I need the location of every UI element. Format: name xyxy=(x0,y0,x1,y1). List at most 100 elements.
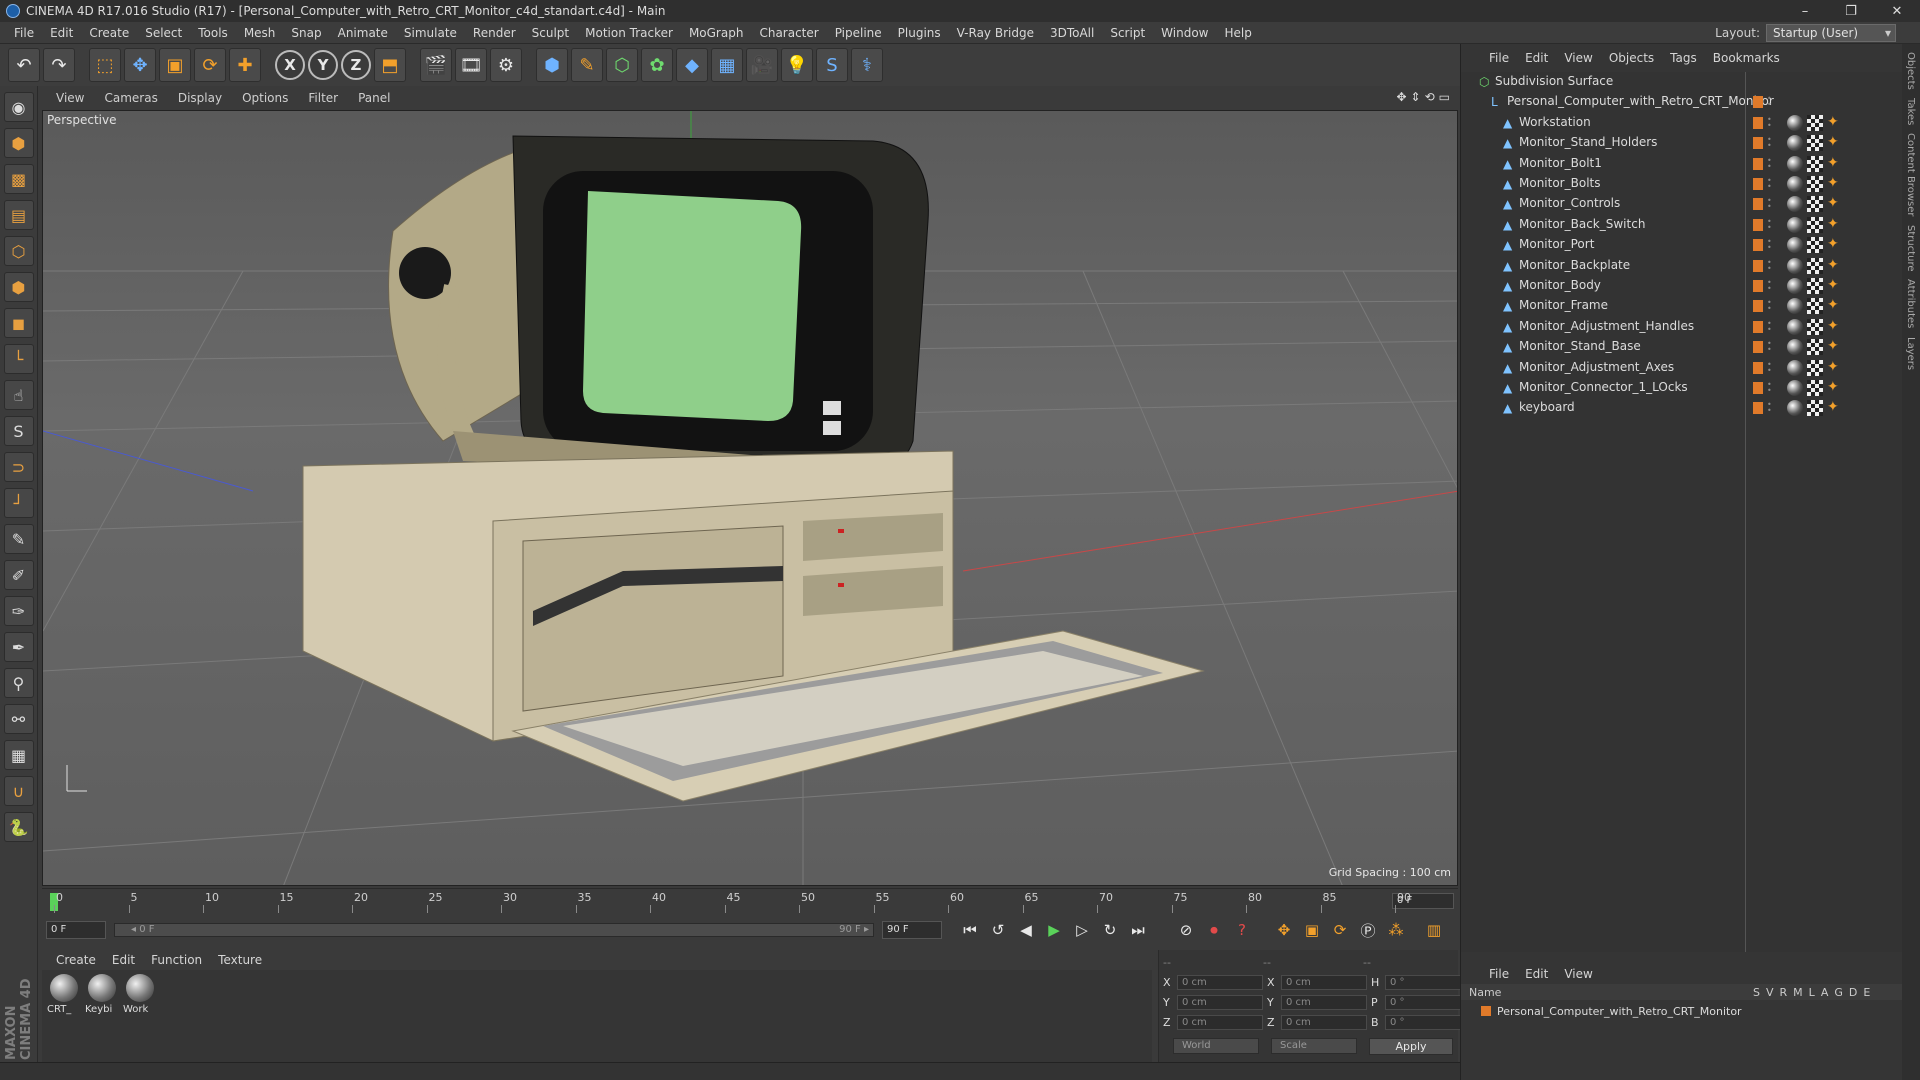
model-mode-icon[interactable]: ⬢ xyxy=(3,128,34,158)
snap-icon[interactable]: S xyxy=(3,416,34,446)
minimize-button[interactable]: – xyxy=(1782,0,1828,22)
uvw-tag-icon[interactable] xyxy=(1807,380,1823,396)
render-picture-viewer-icon[interactable]: 🎞 xyxy=(455,48,487,82)
material-menu-item[interactable]: Edit xyxy=(104,953,143,967)
menu-item-10[interactable]: Sculpt xyxy=(524,26,577,40)
deformer-icon[interactable]: ◆ xyxy=(676,48,708,82)
menu-item-4[interactable]: Tools xyxy=(190,26,236,40)
visibility-dots-icon[interactable]: • • xyxy=(1767,258,1773,272)
zoom-view-icon[interactable]: ⇕ xyxy=(1411,90,1421,104)
material-tag-icon[interactable] xyxy=(1787,176,1803,192)
edit-render-settings-icon[interactable]: ⚙ xyxy=(490,48,522,82)
world-dropdown[interactable]: World xyxy=(1173,1038,1259,1054)
lock-icon[interactable]: ⚲ xyxy=(3,668,34,698)
object-menu-item[interactable]: File xyxy=(1481,51,1517,65)
uvw-tag-icon[interactable] xyxy=(1807,237,1823,254)
visibility-dots-icon[interactable]: • • xyxy=(1767,115,1773,129)
close-button[interactable]: ✕ xyxy=(1874,0,1920,22)
go-to-start-icon[interactable]: ⏮ xyxy=(958,919,982,941)
cube-icon[interactable]: ⬢ xyxy=(536,48,568,82)
material-tag-icon[interactable] xyxy=(1787,135,1803,152)
previous-key-icon[interactable]: ↺ xyxy=(986,919,1010,941)
material-tag-icon[interactable] xyxy=(1787,380,1803,396)
key-parameter-icon[interactable]: Ⓟ xyxy=(1356,919,1380,941)
material-menu-item[interactable]: Texture xyxy=(210,953,270,967)
layer-menu-item[interactable]: File xyxy=(1481,967,1517,981)
object-row[interactable]: ▲ Monitor_Adjustment_Axes • • ✦ xyxy=(1461,358,1903,378)
menu-item-2[interactable]: Create xyxy=(81,26,137,40)
object-row[interactable]: ▲ Monitor_Connector_1_LOcks • • ✦ xyxy=(1461,378,1903,398)
start-frame-field[interactable]: 0 F xyxy=(46,921,106,939)
phong-tag-icon[interactable]: ✦ xyxy=(1827,298,1843,314)
points-mode-icon[interactable]: ⬡ xyxy=(3,236,34,266)
smooth-icon[interactable]: ✒ xyxy=(3,632,34,662)
menu-item-9[interactable]: Render xyxy=(465,26,524,40)
menu-item-8[interactable]: Simulate xyxy=(396,26,465,40)
grid-lock-icon[interactable]: ▦ xyxy=(3,740,34,770)
object-menu-item[interactable]: Bookmarks xyxy=(1705,51,1788,65)
material-tag-icon[interactable] xyxy=(1787,278,1803,294)
menu-item-5[interactable]: Mesh xyxy=(236,26,284,40)
coords-rotation-field[interactable]: 0 ° xyxy=(1385,974,1471,990)
phong-tag-icon[interactable]: ✦ xyxy=(1827,156,1843,172)
record-icon[interactable]: ⏺ xyxy=(1202,919,1226,941)
move-view-icon[interactable]: ✥ xyxy=(1396,90,1406,104)
layout-dropdown[interactable]: Startup (User) xyxy=(1766,24,1896,42)
camera-icon[interactable]: 🎥 xyxy=(746,48,778,82)
side-tab[interactable]: Content Browser xyxy=(1905,133,1916,216)
object-row[interactable]: ▲ Monitor_Controls • • ✦ xyxy=(1461,194,1903,214)
object-row[interactable]: ▲ Monitor_Adjustment_Handles • • ✦ xyxy=(1461,317,1903,337)
rotate-icon[interactable]: ⟳ xyxy=(194,48,226,82)
material-item[interactable]: Keybi xyxy=(85,974,118,1058)
phong-tag-icon[interactable]: ✦ xyxy=(1827,258,1843,274)
brush-icon[interactable]: ✎ xyxy=(3,524,34,554)
uvw-tag-icon[interactable] xyxy=(1807,298,1823,315)
phong-tag-icon[interactable]: ✦ xyxy=(1827,135,1843,151)
uvw-tag-icon[interactable] xyxy=(1807,114,1823,131)
uvw-tag-icon[interactable] xyxy=(1807,155,1823,172)
side-tab[interactable]: Structure xyxy=(1905,225,1916,272)
object-menu-item[interactable]: Tags xyxy=(1662,51,1705,65)
previous-frame-icon[interactable]: ◀ xyxy=(1014,919,1038,941)
material-tag-icon[interactable] xyxy=(1787,257,1803,274)
key-rotation-icon[interactable]: ⟳ xyxy=(1328,919,1352,941)
material-tag-icon[interactable] xyxy=(1787,339,1803,356)
coords-size-field[interactable]: 0 cm xyxy=(1281,994,1367,1010)
material-tag-icon[interactable] xyxy=(1787,155,1803,172)
uvw-tag-icon[interactable] xyxy=(1807,257,1823,274)
phong-tag-icon[interactable]: ✦ xyxy=(1827,360,1843,376)
uvw-tag-icon[interactable] xyxy=(1807,135,1823,152)
rotate-view-icon[interactable]: ⟲ xyxy=(1425,90,1435,104)
coords-position-field[interactable]: 0 cm xyxy=(1177,974,1263,990)
menu-item-11[interactable]: Motion Tracker xyxy=(577,26,681,40)
material-tag-icon[interactable] xyxy=(1787,114,1803,131)
material-tag-icon[interactable] xyxy=(1787,400,1803,417)
phong-tag-icon[interactable]: ✦ xyxy=(1827,319,1843,335)
maximize-button[interactable]: ❐ xyxy=(1828,0,1874,22)
viewport-menu-item[interactable]: Filter xyxy=(298,91,348,105)
phong-tag-icon[interactable]: ✦ xyxy=(1827,400,1843,416)
material-tag-icon[interactable] xyxy=(1787,318,1803,335)
material-menu-item[interactable]: Function xyxy=(143,953,210,967)
material-tag-icon[interactable] xyxy=(1787,196,1803,213)
object-menu-item[interactable]: Objects xyxy=(1601,51,1662,65)
visibility-dots-icon[interactable]: • • xyxy=(1767,136,1773,150)
phong-tag-icon[interactable]: ✦ xyxy=(1827,217,1843,233)
play-icon[interactable]: ▶ xyxy=(1042,919,1066,941)
uvw-tag-icon[interactable] xyxy=(1807,318,1823,335)
visibility-dots-icon[interactable]: • • xyxy=(1767,299,1773,313)
object-row[interactable]: ▲ Workstation • • ✦ xyxy=(1461,113,1903,133)
object-row[interactable]: ▲ Monitor_Bolts • • ✦ xyxy=(1461,174,1903,194)
uvw-tag-icon[interactable] xyxy=(1807,216,1823,233)
object-row[interactable]: ▲ Monitor_Stand_Base • • ✦ xyxy=(1461,337,1903,357)
key-pla-icon[interactable]: ⁂ xyxy=(1384,919,1408,941)
auto-keying-icon[interactable]: ? xyxy=(1230,919,1254,941)
phong-tag-icon[interactable]: ✦ xyxy=(1827,339,1843,355)
object-row[interactable]: ▲ Monitor_Bolt1 • • ✦ xyxy=(1461,154,1903,174)
visibility-dots-icon[interactable]: • • xyxy=(1767,156,1773,170)
menu-item-19[interactable]: Window xyxy=(1153,26,1216,40)
object-row[interactable]: L Personal_Computer_with_Retro_CRT_Monito… xyxy=(1461,92,1903,112)
phong-tag-icon[interactable]: ✦ xyxy=(1827,115,1843,131)
undo-icon[interactable]: ↶ xyxy=(8,48,40,82)
object-menu-item[interactable]: Edit xyxy=(1517,51,1556,65)
